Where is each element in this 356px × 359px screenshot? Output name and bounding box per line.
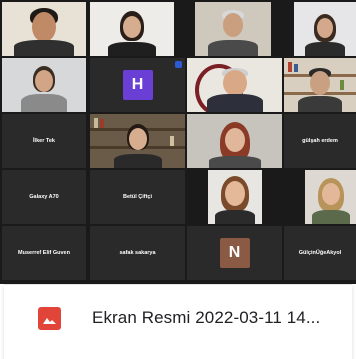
- participant-name: Galaxy A70: [29, 194, 59, 200]
- attachment-file-name: Ekran Resmi 2022-03-11 14...: [92, 308, 321, 327]
- participant-tile-betul[interactable]: Betül Çiftçi: [90, 170, 185, 224]
- participant-video-3[interactable]: [195, 2, 271, 56]
- avatar-initial: N: [228, 244, 241, 261]
- participant-name: Betül Çiftçi: [122, 194, 153, 200]
- participant-name: gülşah erdem: [302, 138, 338, 144]
- participant-tile-gulsah[interactable]: gülşah erdem: [284, 114, 356, 168]
- participant-video-5[interactable]: [2, 58, 86, 112]
- video-call-grid: H İlker Tek gülşah erdem Galaxy A70 Betü…: [0, 0, 356, 284]
- avatar: N: [219, 238, 250, 268]
- participant-video-8[interactable]: [90, 114, 185, 168]
- participant-video-10[interactable]: [208, 170, 262, 224]
- participant-tile-galaxy[interactable]: Galaxy A70: [2, 170, 86, 224]
- avatar-initial: H: [131, 76, 144, 93]
- participant-video-2[interactable]: [90, 2, 174, 56]
- participant-video-6[interactable]: [187, 58, 282, 112]
- participant-tile-h[interactable]: H: [90, 58, 185, 112]
- participant-name: GülçinÜğeAkyol: [298, 250, 342, 256]
- attachment-card[interactable]: Ekran Resmi 2022-03-11 14...: [4, 284, 352, 359]
- participant-name: İlker Tek: [33, 138, 55, 144]
- avatar: H: [122, 70, 153, 100]
- participant-video-4[interactable]: [294, 2, 356, 56]
- participant-tile-muserref[interactable]: Muserref Elif Guven: [2, 226, 86, 280]
- meeting-icon: [175, 61, 182, 68]
- participant-tile-safak[interactable]: safak sakarya: [90, 226, 185, 280]
- participant-tile-n[interactable]: N: [187, 226, 282, 280]
- participant-name: safak sakarya: [119, 250, 156, 256]
- participant-video-11[interactable]: [305, 170, 356, 224]
- participant-video-7[interactable]: [284, 58, 356, 112]
- participant-video-9[interactable]: [187, 114, 282, 168]
- image-file-icon: [38, 307, 61, 330]
- participant-video-1[interactable]: [2, 2, 86, 56]
- participant-name: Muserref Elif Guven: [18, 250, 70, 256]
- participant-tile-gulcin[interactable]: GülçinÜğeAkyol: [284, 226, 356, 280]
- participant-tile-ilker[interactable]: İlker Tek: [2, 114, 86, 168]
